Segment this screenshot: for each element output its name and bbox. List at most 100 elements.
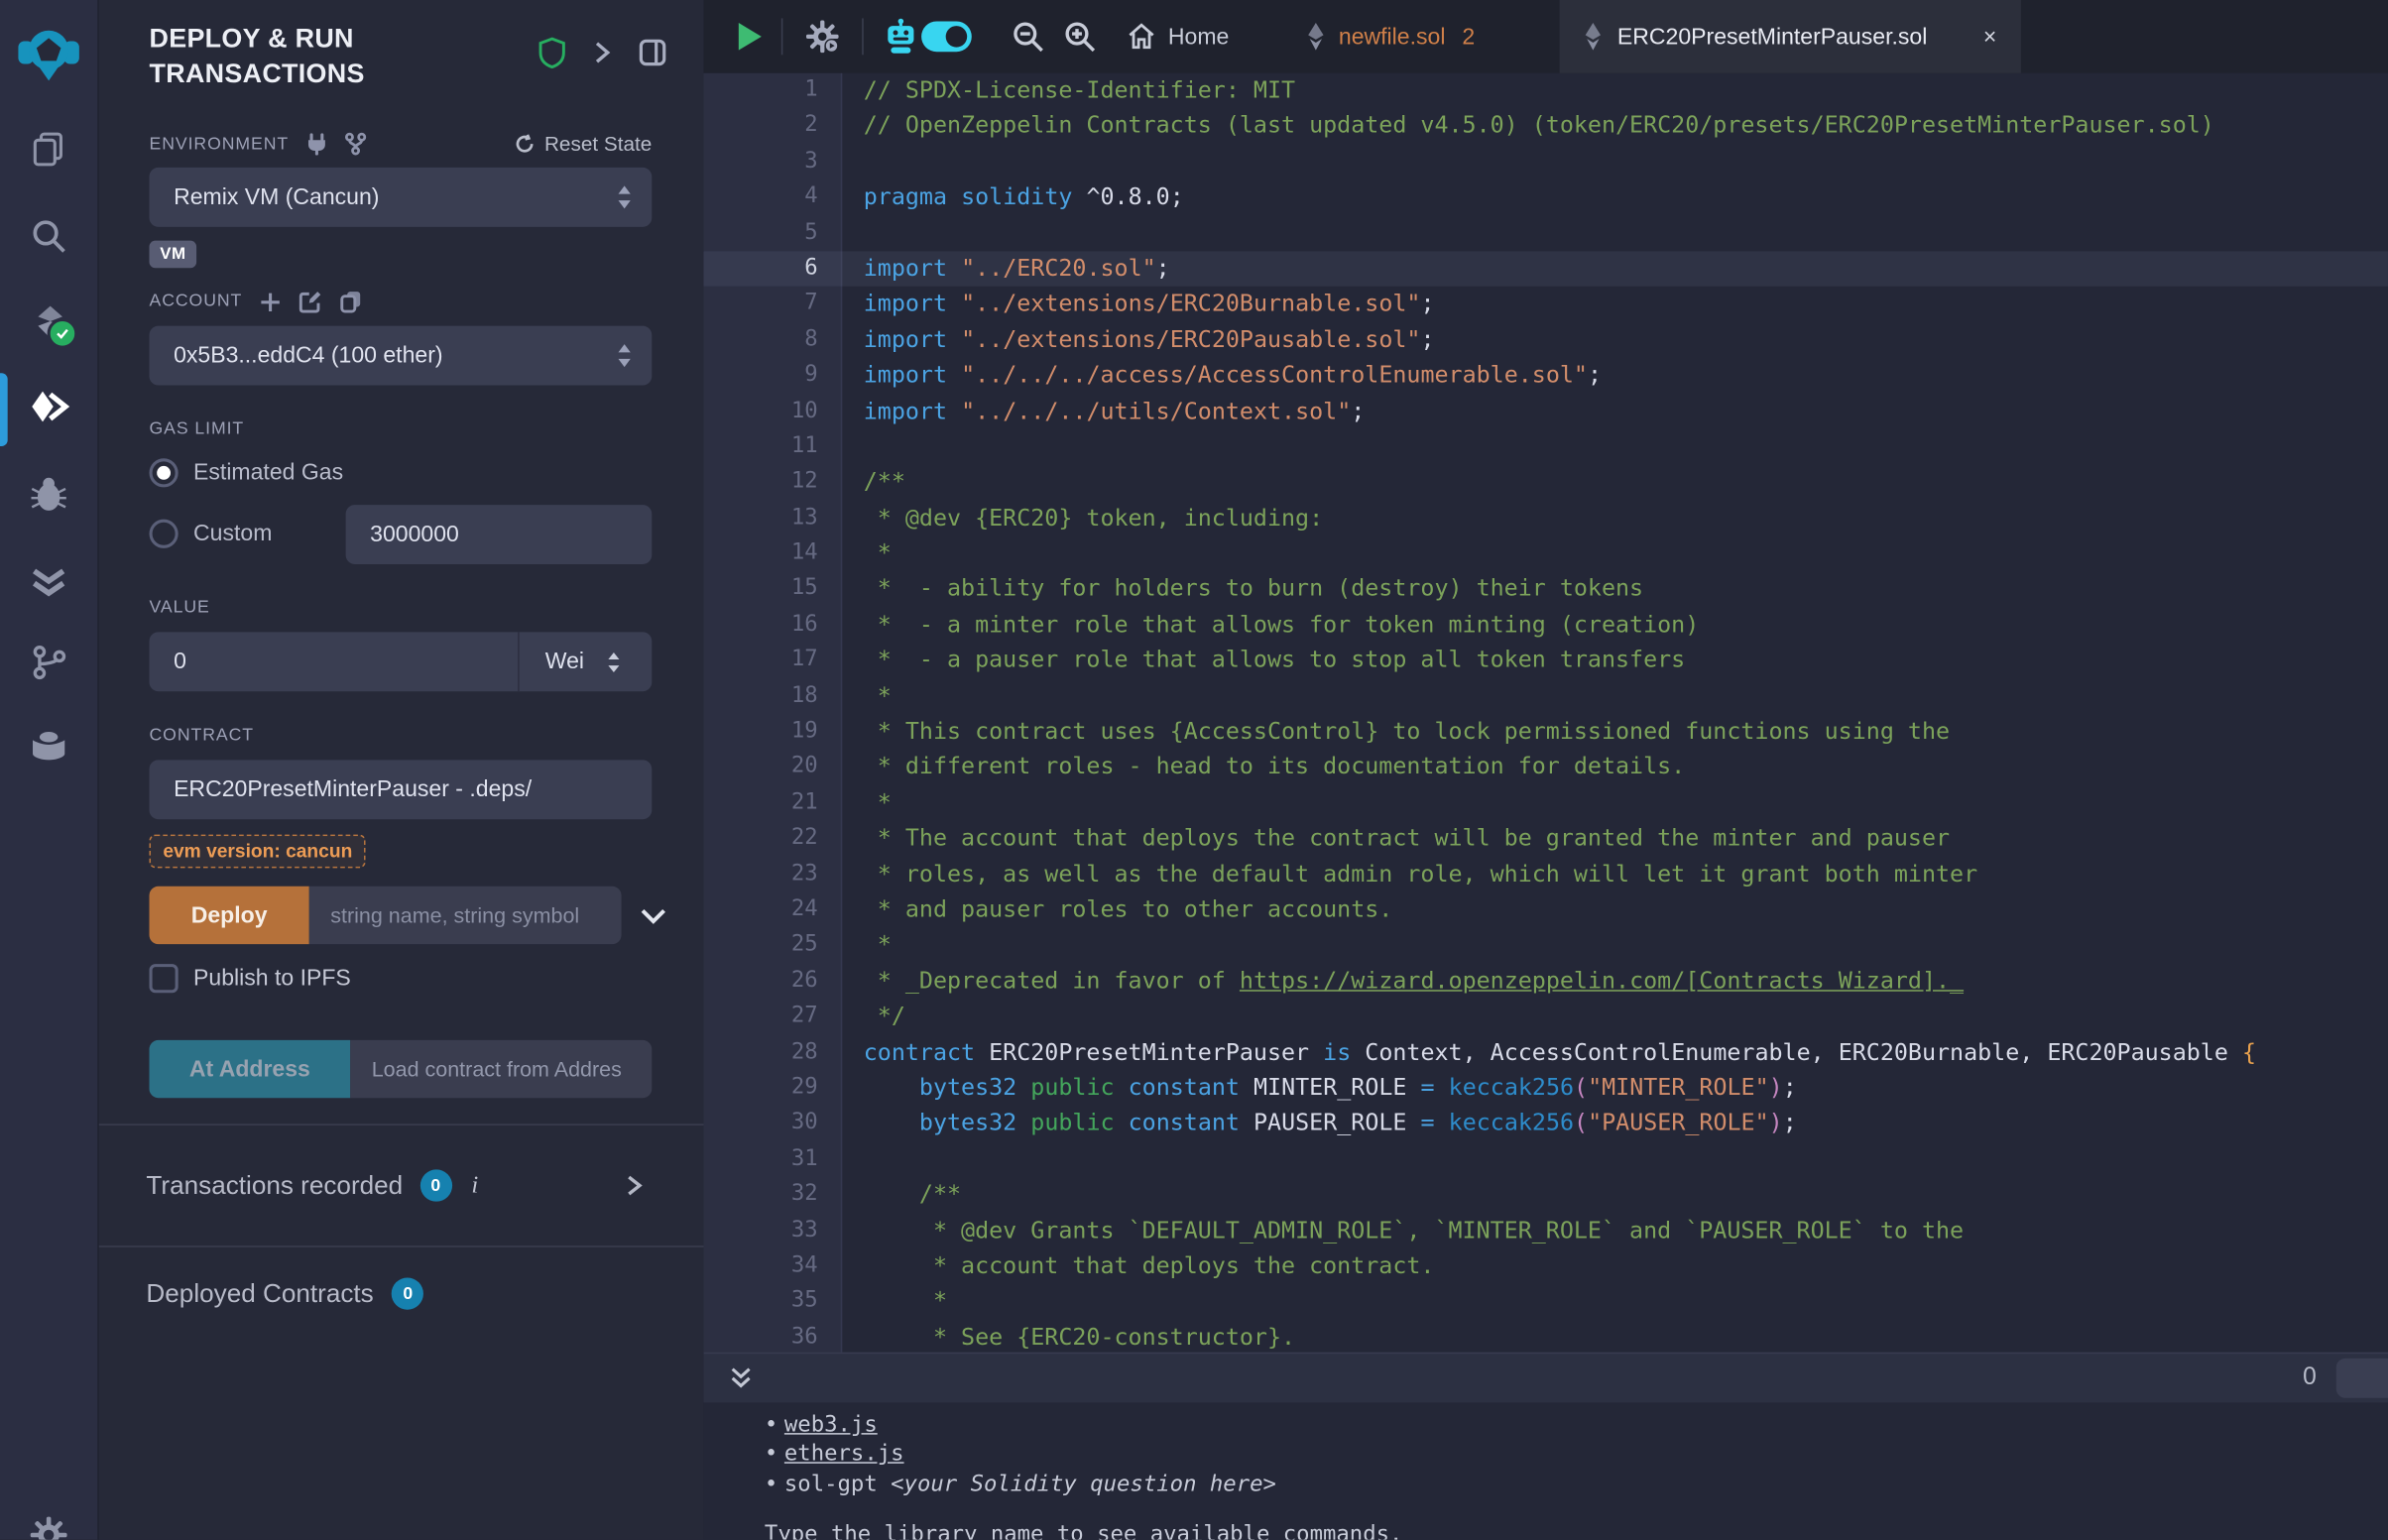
- tab-erc20presetminterpauser[interactable]: ERC20PresetMinterPauser.sol ×: [1560, 0, 2021, 73]
- code-line[interactable]: 23 * roles, as well as the default admin…: [703, 857, 2387, 892]
- code-line[interactable]: 21 *: [703, 785, 2387, 821]
- at-address-input[interactable]: Load contract from Addres: [350, 1040, 652, 1098]
- publish-to-ipfs-option[interactable]: Publish to IPFS: [149, 964, 652, 993]
- plugin-manager-icon[interactable]: [28, 725, 68, 765]
- editor-area: Home newfile.sol 2 ERC20PresetMinterPaus…: [703, 0, 2387, 1540]
- code-line[interactable]: 19 * This contract uses {AccessControl} …: [703, 714, 2387, 750]
- code-line[interactable]: 12/**: [703, 465, 2387, 501]
- script-config-gear-icon[interactable]: [804, 18, 841, 55]
- deploy-run-icon[interactable]: [28, 387, 70, 426]
- close-tab-icon[interactable]: ×: [1983, 24, 1996, 50]
- ai-copilot-toggle[interactable]: [921, 21, 972, 52]
- code-line[interactable]: 17 * - a pauser role that allows to stop…: [703, 643, 2387, 678]
- deployed-count-badge: 0: [392, 1277, 423, 1309]
- terminal-list-item[interactable]: •web3.js: [765, 1412, 2388, 1442]
- custom-gas-input[interactable]: 3000000: [346, 505, 653, 564]
- debugger-icon[interactable]: [29, 474, 68, 514]
- account-select[interactable]: 0x5B3...eddC4 (100 ether): [149, 326, 652, 386]
- terminal-content[interactable]: •web3.js•ethers.js•sol-gpt <your Solidit…: [703, 1402, 2387, 1539]
- ai-copilot-robot-icon: [884, 18, 918, 55]
- layout-panel-icon[interactable]: [638, 38, 666, 66]
- copy-address-icon[interactable]: [340, 290, 363, 314]
- code-line[interactable]: 22 * The account that deploys the contra…: [703, 821, 2387, 857]
- code-line[interactable]: 33 * @dev Grants `DEFAULT_ADMIN_ROLE`, `…: [703, 1213, 2387, 1248]
- tab-newfile[interactable]: newfile.sol 2: [1307, 0, 1476, 73]
- code-line[interactable]: 13 * @dev {ERC20} token, including:: [703, 501, 2387, 536]
- value-input[interactable]: 0: [149, 650, 518, 675]
- value-label: VALUE: [149, 599, 209, 617]
- code-line[interactable]: 25 *: [703, 928, 2387, 964]
- code-line[interactable]: 11: [703, 429, 2387, 465]
- unit-testing-icon[interactable]: [28, 560, 68, 600]
- reset-state-button[interactable]: Reset State: [516, 133, 653, 156]
- code-line[interactable]: 6import "../ERC20.sol";: [703, 251, 2387, 287]
- expand-constructor-args-icon[interactable]: [640, 907, 667, 924]
- environment-select[interactable]: Remix VM (Cancun): [149, 168, 652, 227]
- code-line[interactable]: 26 * _Deprecated in favor of https://wiz…: [703, 964, 2387, 1000]
- code-line[interactable]: 20 * different roles - head to its docum…: [703, 750, 2387, 785]
- contract-select[interactable]: ERC20PresetMinterPauser - .deps/: [149, 761, 652, 820]
- code-line[interactable]: 4pragma solidity ^0.8.0;: [703, 179, 2387, 215]
- file-explorer-icon[interactable]: [29, 130, 68, 170]
- deployed-contracts-section[interactable]: Deployed Contracts 0: [146, 1277, 423, 1309]
- transactions-recorded-section[interactable]: Transactions recorded 0 i: [146, 1169, 643, 1201]
- plug-icon[interactable]: [305, 133, 326, 156]
- code-line[interactable]: 28contract ERC20PresetMinterPauser is Co…: [703, 1035, 2387, 1071]
- constructor-args-input[interactable]: string name, string symbol: [309, 887, 622, 944]
- value-unit-select[interactable]: Wei: [518, 633, 652, 692]
- select-stepper-icon: [615, 183, 633, 212]
- git-icon[interactable]: [29, 643, 68, 682]
- terminal-toolbar: 0: [703, 1353, 2387, 1403]
- pin-panel-icon[interactable]: [592, 41, 612, 63]
- code-line[interactable]: 14 *: [703, 536, 2387, 572]
- code-line[interactable]: 18 *: [703, 678, 2387, 714]
- home-icon: [1127, 23, 1155, 51]
- custom-gas-option[interactable]: Custom 3000000: [149, 505, 652, 564]
- code-line[interactable]: 5: [703, 215, 2387, 251]
- code-line[interactable]: 1// SPDX-License-Identifier: MIT: [703, 73, 2387, 109]
- zoom-in-icon[interactable]: [1063, 20, 1097, 54]
- remix-ide-window: DEPLOY & RUN TRANSACTIONS ENVIRONME: [0, 0, 2388, 1540]
- radio-custom-gas[interactable]: [149, 520, 178, 548]
- terminal-list-item[interactable]: •ethers.js: [765, 1441, 2388, 1471]
- tab-home[interactable]: Home: [1127, 0, 1229, 73]
- info-icon[interactable]: i: [471, 1172, 478, 1200]
- code-line[interactable]: 16 * - a minter role that allows for tok…: [703, 608, 2387, 644]
- settings-gear-icon[interactable]: [29, 1515, 68, 1540]
- radio-estimated-gas[interactable]: [149, 459, 178, 488]
- code-line[interactable]: 15 * - ability for holders to burn (dest…: [703, 572, 2387, 608]
- code-line[interactable]: 2// OpenZeppelin Contracts (last updated…: [703, 109, 2387, 145]
- estimated-gas-option[interactable]: Estimated Gas: [149, 459, 652, 488]
- code-editor[interactable]: 1// SPDX-License-Identifier: MIT2// Open…: [703, 73, 2387, 1353]
- code-line[interactable]: 27 */: [703, 1000, 2387, 1035]
- solidity-file-icon: [1584, 23, 1602, 51]
- search-icon[interactable]: [29, 216, 68, 256]
- remix-logo[interactable]: [17, 21, 80, 84]
- code-line[interactable]: 7import "../extensions/ERC20Burnable.sol…: [703, 287, 2387, 322]
- publish-ipfs-checkbox[interactable]: [149, 964, 178, 993]
- solidity-compiler-icon[interactable]: [28, 300, 70, 343]
- add-account-icon[interactable]: [259, 291, 282, 313]
- code-line[interactable]: 36 * See {ERC20-constructor}.: [703, 1320, 2387, 1353]
- terminal-search-input[interactable]: [2336, 1359, 2388, 1398]
- edit-account-icon[interactable]: [298, 290, 323, 314]
- expand-transactions-icon[interactable]: [626, 1174, 643, 1197]
- code-line[interactable]: 34 * account that deploys the contract.: [703, 1248, 2387, 1284]
- code-line[interactable]: 35 *: [703, 1284, 2387, 1320]
- zoom-out-icon[interactable]: [1012, 20, 1045, 54]
- code-line[interactable]: 32 /**: [703, 1177, 2387, 1213]
- run-script-icon[interactable]: [737, 21, 763, 52]
- code-line[interactable]: 3: [703, 145, 2387, 180]
- expand-terminal-icon[interactable]: [730, 1366, 753, 1391]
- fork-environment-icon[interactable]: [343, 133, 366, 156]
- code-line[interactable]: 8import "../extensions/ERC20Pausable.sol…: [703, 322, 2387, 358]
- code-line[interactable]: 31: [703, 1141, 2387, 1177]
- code-line[interactable]: 29 bytes32 public constant MINTER_ROLE =…: [703, 1071, 2387, 1107]
- code-line[interactable]: 30 bytes32 public constant PAUSER_ROLE =…: [703, 1106, 2387, 1141]
- deploy-button[interactable]: Deploy: [149, 887, 308, 944]
- at-address-button[interactable]: At Address: [149, 1040, 350, 1098]
- gas-limit-label: GAS LIMIT: [149, 420, 244, 438]
- code-line[interactable]: 10import "../../../utils/Context.sol";: [703, 394, 2387, 429]
- code-line[interactable]: 24 * and pauser roles to other accounts.: [703, 892, 2387, 928]
- code-line[interactable]: 9import "../../../access/AccessControlEn…: [703, 358, 2387, 394]
